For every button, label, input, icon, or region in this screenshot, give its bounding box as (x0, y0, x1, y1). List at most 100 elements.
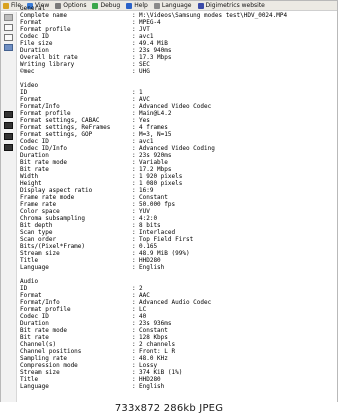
info-value: 4 frames (139, 124, 168, 131)
separator: : (132, 68, 136, 75)
info-value: 48.0 KHz (139, 355, 168, 362)
section-title: Video (20, 82, 39, 89)
info-value: Front: L R (139, 348, 176, 355)
info-key: Format/Info (20, 299, 60, 306)
info-value: 8 bits (139, 222, 161, 229)
info-key: Duration (20, 47, 49, 54)
separator: : (132, 229, 136, 236)
menu-file[interactable]: File (3, 2, 21, 9)
info-value: Advanced Video Codec (139, 103, 212, 110)
info-value: M=3, N=15 (139, 131, 172, 138)
separator: : (132, 12, 136, 19)
info-key: Title (20, 376, 39, 383)
info-value: JVT (139, 26, 150, 33)
info-key: Width (20, 173, 39, 180)
separator: : (132, 159, 136, 166)
info-key: Duration (20, 152, 49, 159)
info-key: Complete name (20, 12, 67, 19)
info-value: 48.9 MiB (99%) (139, 250, 190, 257)
info-key: Codec ID (20, 313, 49, 320)
info-value: 49.4 MiB (139, 40, 168, 47)
separator: : (132, 299, 136, 306)
info-key: File size (20, 40, 53, 47)
separator: : (132, 131, 136, 138)
info-value: Yes (139, 117, 150, 124)
info-value: HHD280 (139, 257, 161, 264)
info-value: 1 080 pixels (139, 180, 183, 187)
info-key: Bit rate (20, 166, 49, 173)
info-value: Constant (139, 327, 168, 334)
image-caption-bar: 733x872 286kb JPEG (0, 402, 338, 417)
separator: : (132, 173, 136, 180)
separator: : (132, 285, 136, 292)
info-key: Writing library (20, 61, 75, 68)
info-value: Main@L4.2 (139, 110, 172, 117)
tree-view-icon[interactable] (4, 34, 13, 41)
info-value: English (139, 383, 165, 390)
info-key: Sampling rate (20, 355, 67, 362)
info-value: 128 Kbps (139, 334, 168, 341)
info-value: avc1 (139, 33, 154, 40)
separator: : (132, 306, 136, 313)
separator: : (132, 61, 136, 68)
info-value: 1 (139, 89, 143, 96)
info-key: Compression mode (20, 362, 78, 369)
separator: : (132, 47, 136, 54)
separator: : (132, 124, 136, 131)
separator: : (132, 264, 136, 271)
separator: : (132, 355, 136, 362)
info-value: Variable (139, 159, 168, 166)
info-key: Chroma subsampling (20, 215, 86, 222)
info-key: Display aspect ratio (20, 187, 93, 194)
video-stream-icon (4, 144, 13, 151)
info-key: Format (20, 19, 42, 26)
info-key: Overall bit rate (20, 54, 78, 61)
separator: : (132, 334, 136, 341)
info-key: Color space (20, 208, 60, 215)
info-value: English (139, 264, 165, 271)
separator: : (132, 54, 136, 61)
separator: : (132, 138, 136, 145)
separator: : (132, 313, 136, 320)
info-value: AAC (139, 292, 150, 299)
info-key: ©mec (20, 68, 35, 75)
separator: : (132, 362, 136, 369)
sheet-view-icon[interactable] (4, 24, 13, 31)
info-key: Codec ID (20, 138, 49, 145)
section-title: General (20, 5, 46, 12)
info-key: Bits/(Pixel*Frame) (20, 243, 86, 250)
info-key: Format (20, 96, 42, 103)
text-view-icon[interactable] (4, 44, 13, 51)
info-key: Format settings, ReFrames (20, 124, 111, 131)
info-value: Lossy (139, 362, 158, 369)
info-key: Format profile (20, 306, 71, 313)
info-value: 374 KiB (1%) (139, 369, 183, 376)
info-key: Scan order (20, 236, 57, 243)
info-value: 40 (139, 313, 147, 320)
separator: : (132, 180, 136, 187)
info-key: Language (20, 264, 49, 271)
info-key: Channel(s) (20, 341, 57, 348)
separator: : (132, 250, 136, 257)
info-value: AVC (139, 96, 150, 103)
info-value: SEC (139, 61, 150, 68)
info-key: Stream size (20, 369, 60, 376)
info-value: avc1 (139, 138, 154, 145)
info-value: 23s 936ms (139, 320, 172, 327)
mediainfo-window: File View Options Debug Help Language Digimetr… (0, 0, 338, 404)
info-value: Interlaced (139, 229, 176, 236)
info-value: MPEG-4 (139, 19, 161, 26)
info-value: 17.3 Mbps (139, 54, 172, 61)
separator: : (132, 320, 136, 327)
separator: : (132, 292, 136, 299)
separator: : (132, 145, 136, 152)
separator: : (132, 96, 136, 103)
separator: : (132, 152, 136, 159)
view-sidebar (1, 12, 17, 403)
video-stream-icon (4, 133, 13, 140)
info-value: 16:9 (139, 187, 154, 194)
info-value: UHG (139, 68, 150, 75)
separator: : (132, 89, 136, 96)
info-key: Frame rate (20, 201, 57, 208)
basic-view-icon[interactable] (4, 14, 13, 21)
